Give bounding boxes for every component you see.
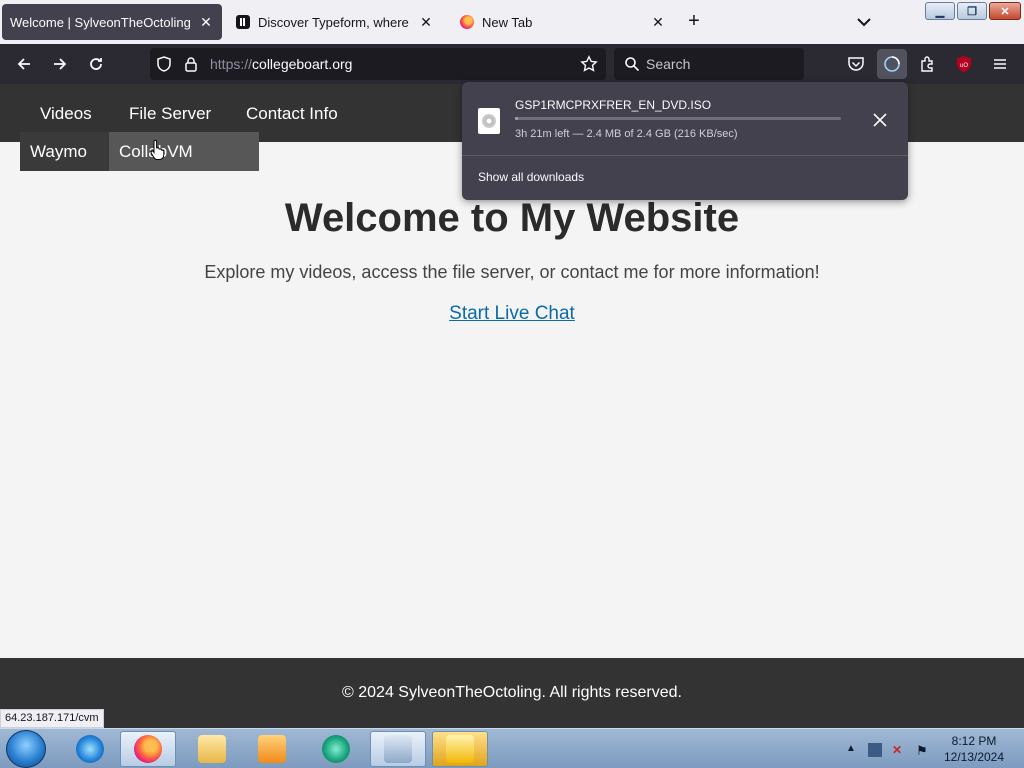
tab-close-icon[interactable]: ✕ [418, 14, 434, 30]
ublock-origin-icon[interactable]: uO [952, 52, 976, 76]
action-center-flag-icon[interactable]: ⚑ [916, 743, 930, 758]
taskbar-clock[interactable]: 8:12 PM 12/13/2024 [936, 733, 1012, 765]
back-arrow-icon[interactable] [12, 52, 36, 76]
network-icon[interactable] [868, 743, 882, 757]
extensions-puzzle-icon[interactable] [916, 52, 940, 76]
file-server-dropdown: Waymo CollabVM [20, 132, 259, 171]
clock-date: 12/13/2024 [943, 750, 1005, 764]
hand-pointer-cursor-icon [150, 140, 164, 160]
tab-new-tab[interactable]: New Tab ✕ [452, 4, 674, 40]
nav-link-contact-info[interactable]: Contact Info [246, 104, 338, 124]
svg-text:uO: uO [960, 63, 968, 69]
url-scheme: https:// [210, 56, 253, 72]
cancel-download-close-icon[interactable] [869, 109, 891, 131]
site-footer: © 2024 SylveonTheOctoling. All rights re… [0, 658, 1024, 728]
taskbar-on-screen-keyboard[interactable] [370, 731, 426, 767]
download-progress-bar [515, 117, 841, 120]
close-window-button[interactable]: ✕ [989, 2, 1021, 20]
start-live-chat-link[interactable]: Start Live Chat [449, 303, 575, 324]
volume-muted-icon[interactable]: ✕ [892, 743, 906, 757]
intro-text: Explore my videos, access the file serve… [204, 262, 820, 282]
tab-close-icon[interactable]: ✕ [198, 14, 214, 30]
dropdown-item-collabvm[interactable]: CollabVM [109, 132, 259, 171]
taskbar-explorer[interactable] [184, 731, 240, 767]
typeform-favicon-icon [236, 15, 250, 29]
minimize-button[interactable]: ▁ [925, 2, 955, 20]
tab-title: Welcome | SylveonTheOctoling [10, 14, 191, 30]
status-link-preview: 64.23.187.171/cvm [0, 709, 104, 728]
warning-shield-icon [446, 735, 474, 763]
bookmark-star-icon[interactable] [580, 55, 598, 73]
tab-welcome[interactable]: Welcome | SylveonTheOctoling ✕ [2, 4, 222, 40]
start-button-windows-logo-icon[interactable] [6, 730, 46, 768]
dropdown-item-waymo[interactable]: Waymo [20, 132, 109, 171]
menu-hamburger-icon[interactable] [988, 52, 1012, 76]
tab-close-icon[interactable]: ✕ [650, 14, 666, 30]
internet-explorer-icon [76, 735, 104, 763]
download-filename[interactable]: GSP1RMCPRXFRER_EN_DVD.ISO [515, 98, 711, 112]
firefox-icon [134, 735, 162, 763]
shield-icon[interactable] [156, 56, 172, 72]
taskbar-firefox[interactable] [120, 731, 176, 767]
taskbar-media-player[interactable] [244, 731, 300, 767]
clock-time: 8:12 PM [951, 734, 997, 748]
downloads-button[interactable] [877, 49, 907, 79]
lock-icon[interactable] [184, 56, 198, 72]
navigation-toolbar: https://collegeboart.org Search uO [0, 44, 1024, 84]
list-all-tabs-chevron-down-icon[interactable] [852, 10, 876, 34]
search-placeholder: Search [646, 56, 691, 72]
downloads-panel: GSP1RMCPRXFRER_EN_DVD.ISO 3h 21m left — … [462, 82, 908, 200]
search-icon [625, 57, 640, 72]
taskbar-app-teal[interactable] [308, 731, 364, 767]
folder-icon [198, 735, 226, 763]
forward-arrow-icon[interactable] [48, 52, 72, 76]
chat-link-wrapper: Start Live Chat [0, 303, 1024, 325]
download-progress-fill [515, 117, 518, 120]
url-host: collegeboart.org [252, 56, 353, 72]
new-tab-button[interactable]: + [682, 10, 706, 34]
page-heading: Welcome to My Website [284, 196, 740, 240]
taskbar-security-warning[interactable] [432, 731, 488, 767]
show-all-downloads-button[interactable]: Show all downloads [478, 170, 584, 184]
panel-divider [462, 155, 908, 156]
windows-taskbar: ▲ ✕ ⚑ 8:12 PM 12/13/2024 [0, 728, 1024, 768]
disc-image-file-icon [478, 108, 500, 134]
taskbar-internet-explorer[interactable] [62, 731, 118, 767]
tab-typeform[interactable]: Discover Typeform, where forms ✕ [228, 4, 442, 40]
tab-strip: Welcome | SylveonTheOctoling ✕ Discover … [0, 0, 1024, 44]
url-bar[interactable]: https://collegeboart.org [150, 48, 606, 80]
firefox-favicon-icon [460, 15, 474, 29]
downloads-progress-icon [884, 56, 900, 72]
tab-title: Discover Typeform, where forms [258, 14, 412, 30]
url-text: https://collegeboart.org [210, 56, 352, 72]
tab-title: New Tab [482, 14, 533, 30]
nav-link-videos[interactable]: Videos [40, 104, 92, 124]
search-bar[interactable]: Search [614, 48, 804, 80]
show-hidden-icons-chevron-up-icon[interactable]: ▲ [846, 743, 860, 757]
nav-link-file-server[interactable]: File Server [129, 104, 211, 124]
restore-button[interactable]: ❐ [957, 2, 987, 20]
download-status: 3h 21m left — 2.4 MB of 2.4 GB (216 KB/s… [515, 128, 738, 140]
reload-icon[interactable] [84, 52, 108, 76]
pocket-icon[interactable] [844, 52, 868, 76]
app-icon [322, 735, 350, 763]
media-player-icon [258, 735, 286, 763]
keyboard-icon [384, 735, 412, 763]
